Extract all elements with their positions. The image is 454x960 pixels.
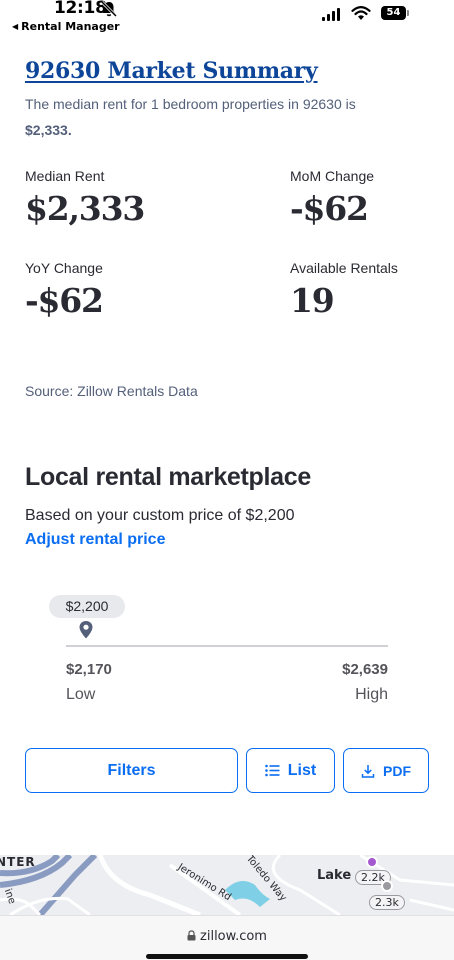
filters-button-label: Filters [107, 761, 156, 779]
lock-icon [187, 930, 196, 941]
map-price-badge[interactable]: 2.3k [369, 895, 405, 910]
url-display: zillow.com [0, 929, 454, 944]
market-summary-title-link[interactable]: 92630 Market Summary [25, 58, 318, 84]
summary-description-text: The median rent for 1 bedroom properties… [25, 96, 356, 112]
filters-button[interactable]: Filters [25, 748, 238, 793]
available-rentals-value: 19 [290, 281, 335, 320]
range-high-label: High [355, 686, 388, 703]
median-rent-label: Median Rent [25, 168, 105, 184]
range-high-value: $2,639 [342, 661, 388, 678]
map-label-lake: Lake [317, 868, 352, 883]
location-pin-icon [79, 621, 93, 639]
battery-icon: 54 [381, 6, 410, 21]
map-marker-gray[interactable] [381, 880, 393, 892]
summary-description: The median rent for 1 bedroom properties… [25, 91, 435, 143]
list-button-label: List [287, 761, 317, 779]
map-label-center: NTER [0, 855, 36, 869]
available-rentals-label: Available Rentals [290, 260, 398, 276]
custom-price-pill: $2,200 [49, 595, 125, 618]
data-source-note: Source: Zillow Rentals Data [25, 383, 198, 399]
mom-change-label: MoM Change [290, 168, 375, 184]
list-button[interactable]: List [246, 748, 335, 793]
wifi-icon [351, 6, 371, 20]
rental-map[interactable]: NTER Jeronimo Rd Toledo Way ine Lake 2.2… [0, 855, 454, 915]
back-app-label: Rental Manager [21, 20, 120, 33]
status-bar: 12:18 ◀ Rental Manager 54 [0, 0, 454, 36]
bell-off-icon [100, 0, 118, 18]
yoy-change-value: -$62 [25, 281, 104, 320]
download-icon [361, 764, 375, 778]
cellular-signal-icon [322, 8, 340, 21]
mom-change-value: -$62 [290, 189, 369, 228]
pdf-button[interactable]: PDF [343, 748, 429, 793]
range-low-value: $2,170 [66, 661, 112, 678]
back-triangle-icon: ◀ [12, 22, 19, 31]
map-marker-purple[interactable] [366, 856, 378, 868]
pdf-button-label: PDF [383, 762, 411, 779]
yoy-change-label: YoY Change [25, 260, 103, 276]
home-indicator[interactable] [146, 954, 308, 959]
status-time: 12:18 [54, 0, 107, 18]
price-range-track [66, 645, 388, 647]
marketplace-subtitle: Based on your custom price of $2,200 [25, 507, 295, 524]
list-icon [264, 764, 280, 777]
url-text: zillow.com [200, 929, 267, 944]
back-to-app-button[interactable]: ◀ Rental Manager [12, 20, 120, 33]
battery-level: 54 [381, 6, 406, 20]
adjust-rental-price-link[interactable]: Adjust rental price [25, 531, 165, 549]
range-low-label: Low [66, 686, 96, 703]
marketplace-heading: Local rental marketplace [25, 463, 311, 491]
median-rent-value: $2,333 [25, 189, 145, 228]
summary-description-value: $2,333. [25, 122, 72, 138]
